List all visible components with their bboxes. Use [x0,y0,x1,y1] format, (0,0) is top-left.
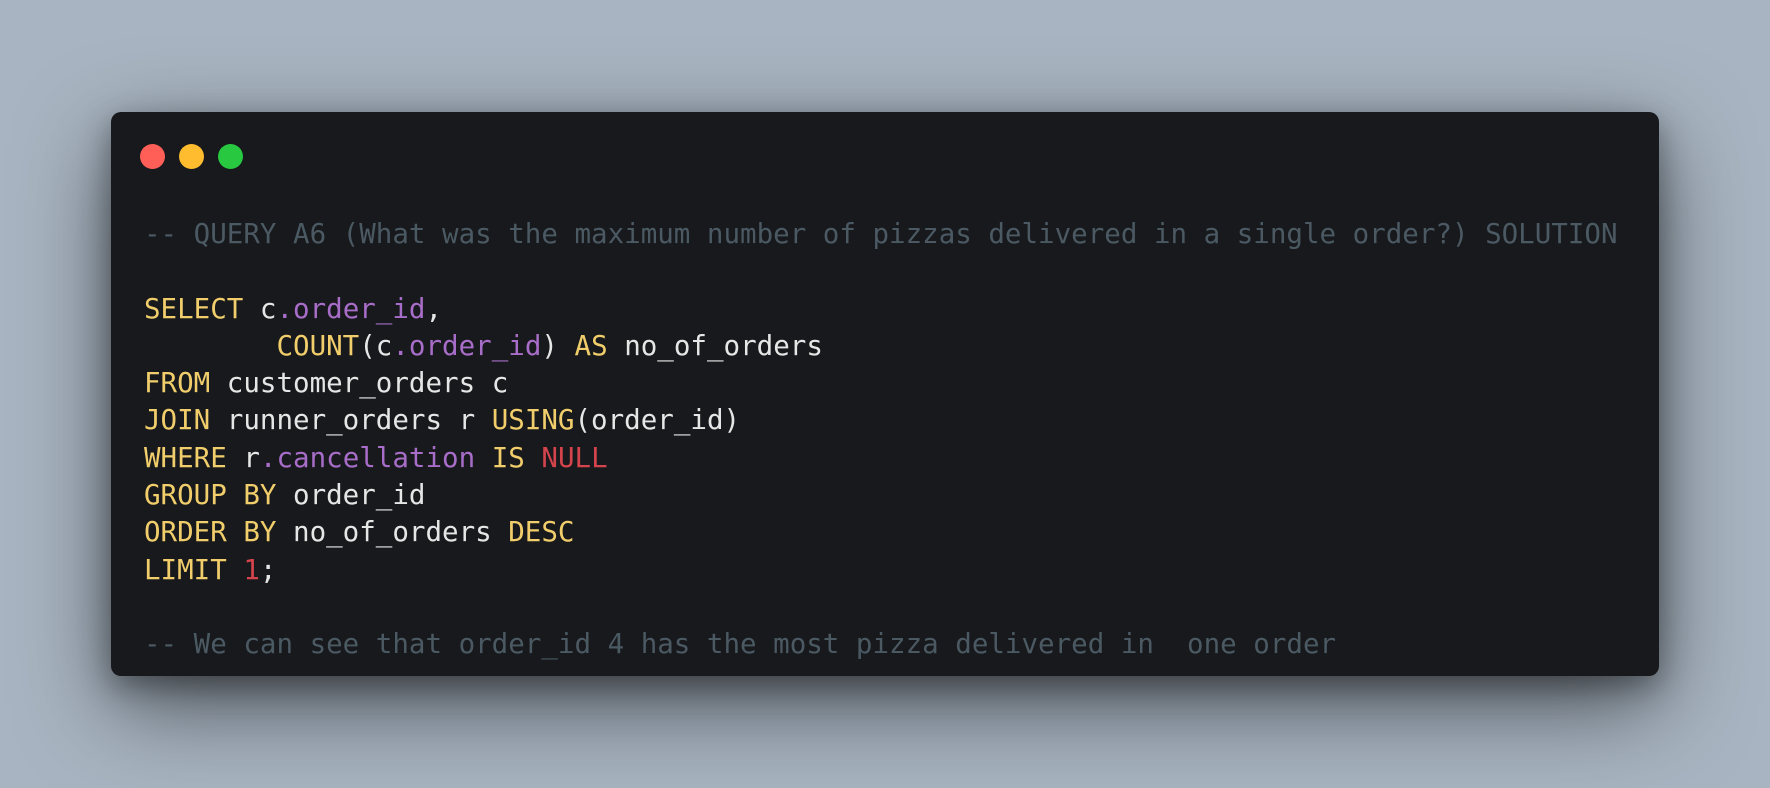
code-text: ; [259,553,277,586]
keyword-order-by: ORDER BY [144,516,277,549]
code-line-count: COUNT(c.order_id) AS no_of_orders [144,328,1618,365]
code-text: , [425,292,443,325]
code-text: customer_orders c [210,367,509,400]
code-line-join: JOIN runner_orders r USING(order_id) [144,402,1618,439]
code-line-where: WHERE r.cancellation IS NULL [144,440,1618,477]
code-line-comment-header: -- QUERY A6 (What was the maximum number… [144,216,1618,253]
code-text: r [226,441,260,474]
code-text: order_id [276,479,426,512]
code-block[interactable]: -- QUERY A6 (What was the maximum number… [144,216,1618,664]
window-controls [140,144,243,170]
code-line-comment-footer: -- We can see that order_id 4 has the mo… [144,626,1618,663]
code-line-limit: LIMIT 1; [144,552,1618,589]
code-text: c [243,292,277,325]
code-text: no_of_orders [276,516,509,549]
property-order-id: .order_id [276,292,426,325]
keyword-as: AS [574,329,608,362]
property-order-id: .order_id [392,329,542,362]
code-line-order-by: ORDER BY no_of_orders DESC [144,514,1618,551]
keyword-select: SELECT [144,292,244,325]
comment-text: -- QUERY A6 (What was the maximum number… [144,218,1618,250]
code-line-select: SELECT c.order_id, [144,291,1618,328]
function-count: COUNT [276,329,360,362]
keyword-join: JOIN [144,404,211,437]
function-using: USING [491,404,575,437]
code-text: (c [359,329,393,362]
keyword-where: WHERE [144,441,227,474]
keyword-from: FROM [144,367,211,400]
keyword-group-by: GROUP BY [144,479,277,512]
keyword-desc: DESC [508,516,575,549]
code-text: no_of_orders [607,329,823,362]
close-window-button[interactable] [140,144,165,169]
code-line-group-by: GROUP BY order_id [144,477,1618,514]
literal-number: 1 [243,553,260,586]
literal-null: NULL [541,441,608,474]
code-line-from: FROM customer_orders c [144,365,1618,402]
keyword-is: IS [491,441,525,474]
code-window: -- QUERY A6 (What was the maximum number… [111,112,1659,676]
minimize-window-button[interactable] [179,144,204,169]
code-text: runner_orders r [210,404,492,437]
code-text: ) [541,329,575,362]
keyword-limit: LIMIT [144,553,227,586]
property-cancellation: .cancellation [259,441,476,474]
code-text: (order_id) [574,404,741,437]
comment-text: -- We can see that order_id 4 has the mo… [144,628,1337,661]
maximize-window-button[interactable] [218,144,243,169]
